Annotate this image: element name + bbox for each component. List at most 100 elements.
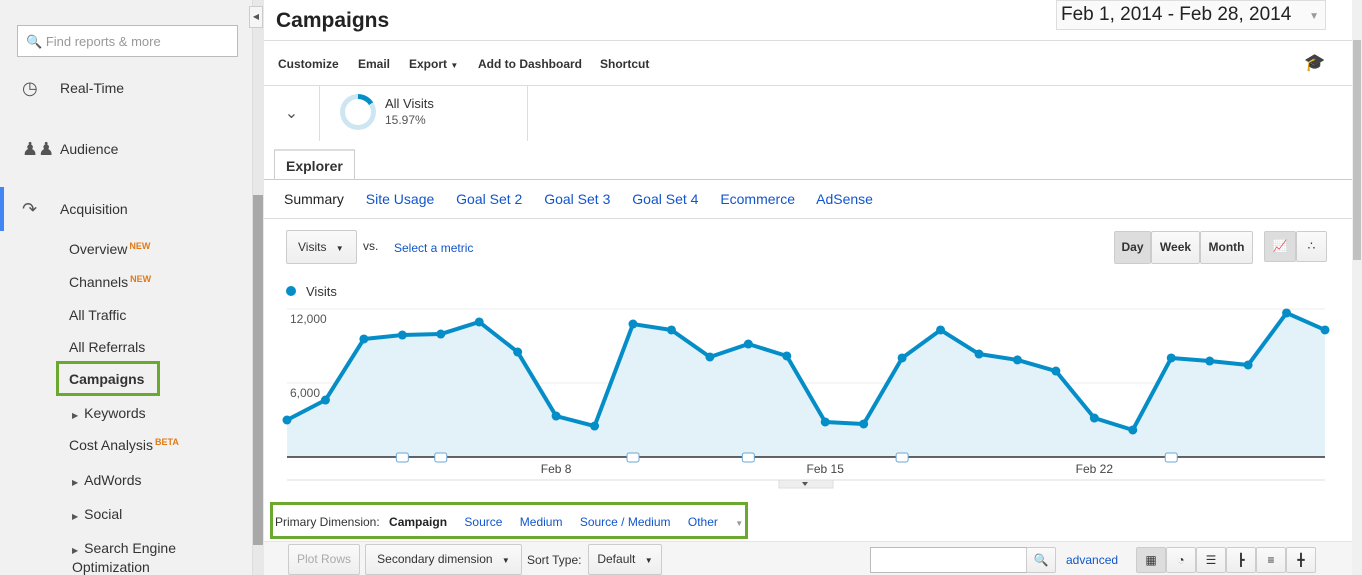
chevron-down-icon: ▼ [335, 244, 344, 253]
dimension-other[interactable]: Other ▼ [688, 515, 757, 529]
people-icon: ♟♟ [22, 139, 55, 159]
secondary-dimension-select[interactable]: Secondary dimension ▼ [365, 544, 522, 575]
legend-dot [286, 286, 296, 296]
data-point [1205, 356, 1215, 366]
week-button[interactable]: Week [1151, 231, 1200, 264]
subtab-ecommerce[interactable]: Ecommerce [720, 191, 795, 207]
table-search-input[interactable] [870, 547, 1027, 573]
table-view-icon[interactable]: ▦ [1136, 547, 1166, 573]
data-point [436, 329, 446, 339]
expand-arrow-icon: ▶ [72, 546, 79, 555]
data-point [1128, 425, 1138, 435]
segment-donut [340, 94, 376, 130]
chevron-down-icon[interactable]: ⌄ [264, 86, 320, 141]
data-point [666, 325, 676, 335]
chevron-down-icon: ▼ [1309, 11, 1319, 22]
explorer-subtabs: Summary Site Usage Goal Set 2 Goal Set 3… [284, 191, 891, 207]
data-point [859, 419, 869, 429]
sidebar-scrollbar-thumb[interactable] [253, 195, 263, 545]
expand-arrow-icon: ▶ [72, 512, 79, 521]
data-point [1012, 355, 1022, 365]
acquisition-arrows-icon: ↷ [22, 199, 38, 219]
subtab-goal-set-4[interactable]: Goal Set 4 [632, 191, 698, 207]
annotation-icon [741, 452, 755, 463]
sidebar-item-adwords[interactable]: ▶ AdWords [72, 472, 141, 488]
subtab-goal-set-2[interactable]: Goal Set 2 [456, 191, 522, 207]
annotation-icon [395, 452, 409, 463]
page-scrollbar-thumb[interactable] [1353, 40, 1361, 260]
motion-chart-icon[interactable]: ∴ [1296, 231, 1327, 262]
collapse-sidebar-button[interactable]: ◀ [249, 6, 263, 28]
data-point [397, 330, 407, 340]
y-tick-label: 6,000 [290, 386, 320, 400]
advanced-link[interactable]: advanced [1066, 553, 1118, 567]
main-content: Campaigns Feb 1, 2014 - Feb 28, 2014 ▼ Cu… [264, 0, 1362, 575]
data-point [551, 411, 561, 421]
dimension-campaign[interactable]: Campaign [389, 515, 447, 529]
subtab-goal-set-3[interactable]: Goal Set 3 [544, 191, 610, 207]
data-point [628, 319, 638, 329]
graduation-cap-icon[interactable]: 🎓 [1304, 53, 1325, 73]
sidebar-item-seo[interactable]: ▶ Search Engine Optimization [72, 540, 192, 575]
report-toolbar: Customize Email Export ▼ Add to Dashboar… [264, 40, 1354, 86]
day-button[interactable]: Day [1114, 231, 1151, 264]
sidebar-item-cost-analysis[interactable]: Cost Analysis BETA [69, 437, 179, 453]
subtab-adsense[interactable]: AdSense [816, 191, 873, 207]
pie-view-icon[interactable]: ◔ [1166, 547, 1196, 573]
month-button[interactable]: Month [1200, 231, 1253, 264]
expand-arrow-icon: ▶ [72, 411, 79, 420]
data-point [359, 334, 369, 344]
dimension-medium[interactable]: Medium [520, 515, 563, 529]
sidebar: 🔍 Find reports & more ◷ Real-Time ♟♟ Audie… [0, 0, 252, 575]
sidebar-item-keywords[interactable]: ▶ Keywords [72, 405, 146, 421]
primary-dimension-bar: Primary Dimension: Campaign Source Mediu… [275, 515, 771, 529]
plot-rows-button[interactable]: Plot Rows [288, 544, 360, 575]
x-tick-label: Feb 15 [807, 462, 845, 476]
data-point [1320, 325, 1330, 335]
sidebar-item-channels[interactable]: Channels NEW [69, 274, 151, 290]
export-button[interactable]: Export ▼ [409, 57, 458, 71]
subtab-summary[interactable]: Summary [284, 191, 344, 207]
data-point [474, 317, 484, 327]
customize-button[interactable]: Customize [278, 57, 339, 71]
sidebar-item-acquisition[interactable]: ↷ Acquisition [0, 187, 252, 231]
add-to-dashboard-button[interactable]: Add to Dashboard [478, 57, 582, 71]
search-icon[interactable]: 🔍 [1026, 547, 1056, 573]
date-range-picker[interactable]: Feb 1, 2014 - Feb 28, 2014 ▼ [1056, 0, 1326, 30]
email-button[interactable]: Email [358, 57, 390, 71]
term-cloud-icon[interactable]: ≡ [1256, 547, 1286, 573]
segment-bar: ⌄ All Visits 15.97% [264, 86, 1354, 141]
legend-label: Visits [306, 284, 337, 299]
data-point [1166, 353, 1176, 363]
data-point [897, 353, 907, 363]
data-point [590, 421, 600, 431]
data-point [782, 351, 792, 361]
shortcut-button[interactable]: Shortcut [600, 57, 649, 71]
page-title: Campaigns [276, 9, 390, 32]
subtab-site-usage[interactable]: Site Usage [366, 191, 434, 207]
page-scrollbar[interactable] [1352, 0, 1362, 575]
sidebar-item-all-referrals[interactable]: All Referrals [69, 339, 145, 355]
select-metric-link[interactable]: Select a metric [394, 241, 473, 255]
search-input[interactable]: 🔍 Find reports & more [17, 25, 238, 57]
dimension-source-medium[interactable]: Source / Medium [580, 515, 671, 529]
sidebar-item-social[interactable]: ▶ Social [72, 506, 122, 522]
data-point [282, 415, 292, 425]
visits-chart: Visits 6,000 12,000 Feb 8 Feb 15 Feb 22 [282, 284, 1330, 489]
sidebar-item-all-traffic[interactable]: All Traffic [69, 307, 126, 323]
sidebar-item-overview[interactable]: Overview NEW [69, 241, 150, 257]
comparison-view-icon[interactable]: ┣ [1226, 547, 1256, 573]
metric-select[interactable]: Visits ▼ [286, 230, 357, 264]
x-tick-label: Feb 8 [541, 462, 572, 476]
line-chart-icon[interactable]: 📈 [1264, 231, 1296, 262]
pivot-view-icon[interactable]: ╋ [1286, 547, 1316, 573]
dimension-source[interactable]: Source [464, 515, 502, 529]
performance-view-icon[interactable]: ☰ [1196, 547, 1226, 573]
sort-type-select[interactable]: Default ▼ [588, 544, 662, 575]
data-point [705, 352, 715, 362]
segment-all-visits[interactable]: All Visits 15.97% [320, 86, 528, 141]
tab-explorer[interactable]: Explorer [274, 149, 355, 180]
data-point [1089, 413, 1099, 423]
sidebar-item-campaigns[interactable]: Campaigns [56, 361, 160, 396]
annotation-icon [434, 452, 448, 463]
